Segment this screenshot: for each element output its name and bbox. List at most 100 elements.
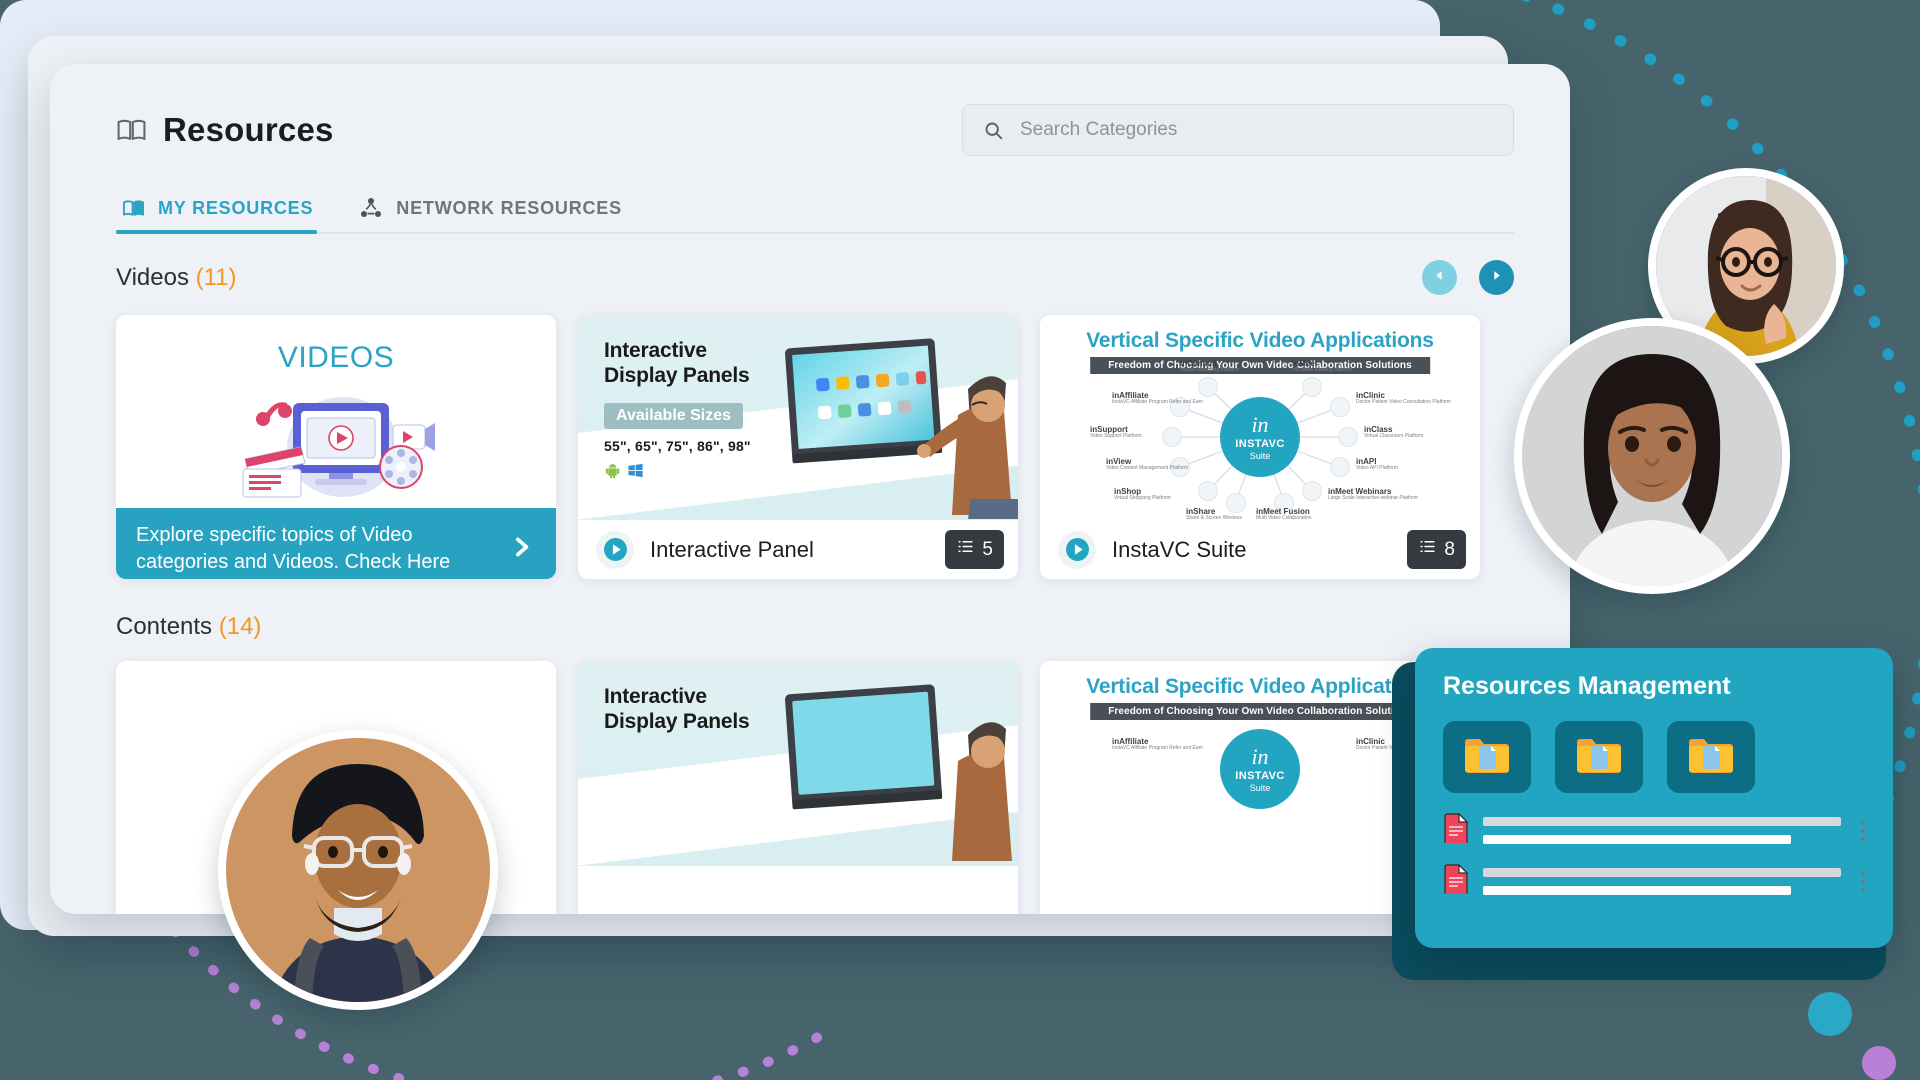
search-box[interactable]: [962, 104, 1514, 156]
diagram-hub: in INSTAVC Suite: [1220, 397, 1300, 477]
hub-mark: in: [1251, 411, 1269, 437]
resources-management-rows: [1443, 812, 1865, 899]
diagram-node-inmeet-webinars: inMeet Webinars Large Scale Interactive …: [1328, 487, 1418, 502]
diagram-subheading: Freedom of Choosing Your Own Video Colla…: [1090, 703, 1430, 720]
search-icon: [983, 120, 1004, 141]
diagram-node-inshop: inShop Virtual Shopping Platform: [1114, 487, 1171, 502]
resources-tab-bar: MY RESOURCES NETWORK RESOURCES: [116, 186, 1514, 234]
hub-name: INSTAVC: [1235, 769, 1285, 782]
screenshot-stage: Resources MY RESOUR: [0, 0, 1920, 1080]
book-open-icon: [122, 197, 145, 220]
section-count: (11): [195, 263, 237, 291]
folder-tile[interactable]: [1555, 721, 1643, 793]
thumb-heading-line2: Display Panels: [604, 709, 750, 733]
video-count-value: 8: [1444, 538, 1455, 560]
resources-management-folders: [1443, 721, 1865, 793]
section-count: (14): [218, 613, 262, 640]
thumb-heading-line2: Display Panels: [604, 363, 750, 387]
folder-document-icon: [1462, 734, 1512, 781]
video-card-footer: InstaVC Suite 8: [1040, 520, 1480, 579]
node-chip: [1330, 397, 1350, 417]
thumb-os-icons: [604, 462, 751, 484]
play-circle-icon[interactable]: [596, 530, 634, 569]
diagram-node-inaffiliate: inAffiliate InstaVC Affiliate Program Re…: [1112, 391, 1203, 406]
woman-dark-hair-avatar: [1514, 318, 1790, 594]
windows-icon: [627, 462, 644, 484]
more-vertical-icon[interactable]: [1855, 871, 1865, 892]
node-sublabel: Video Content Management Platform: [1106, 465, 1189, 472]
diagram-node-inview: inView Video Content Management Platform: [1106, 457, 1188, 472]
node-chip: [1330, 457, 1350, 477]
node-chip: [1338, 427, 1358, 447]
android-icon: [604, 462, 621, 484]
video-card-instavc-suite[interactable]: Vertical Specific Video Applications Fre…: [1040, 315, 1480, 579]
list-item[interactable]: [1443, 863, 1865, 899]
node-chip: [1302, 481, 1322, 501]
hub-name: INSTAVC: [1235, 437, 1285, 450]
node-sublabel: Virtual Classroom Platform: [1364, 433, 1424, 440]
video-media-illustration: [231, 385, 441, 508]
accent-dot-teal: [1808, 992, 1852, 1036]
carousel-next-button[interactable]: [1479, 260, 1514, 295]
node-sublabel: Virtual Shopping Platform: [1114, 495, 1171, 502]
videos-section-header: Videos (11): [116, 260, 1514, 295]
section-title-text: Videos: [116, 263, 189, 291]
diagram-node-inaffiliate: inAffiliate InstaVC Affiliate Program Re…: [1112, 737, 1203, 752]
resources-management-title: Resources Management: [1443, 672, 1731, 700]
node-chip: [1198, 481, 1218, 501]
diagram-node-inmeet-fusion: inMeet Fusion Multi Video Collaboration: [1256, 507, 1312, 520]
tab-network-resources[interactable]: NETWORK RESOURCES: [353, 186, 644, 234]
node-sublabel: HD Video Meeting Platform: [1292, 367, 1353, 374]
tab-label: MY RESOURCES: [158, 198, 314, 218]
carousel-prev-button[interactable]: [1422, 260, 1457, 295]
node-sublabel: Doctor Patient Video Consultation Platfo…: [1356, 399, 1451, 406]
interactive-panel-photo: [785, 684, 1012, 861]
placeholder-bar: [1483, 886, 1791, 895]
diagram-node-inclinic: inClinic Doctor Patient Video Consultati…: [1356, 391, 1451, 406]
more-vertical-icon[interactable]: [1855, 820, 1865, 841]
node-sublabel: Video API Platform: [1356, 465, 1398, 472]
diagram-node-inclass: inClass Virtual Classroom Platform: [1364, 425, 1423, 440]
tab-my-resources[interactable]: MY RESOURCES: [116, 187, 335, 234]
node-sublabel: Share & Screen Wireless: [1186, 515, 1242, 520]
placeholder-bars: [1483, 817, 1841, 844]
video-count-value: 5: [982, 538, 993, 560]
node-chip: [1302, 377, 1322, 397]
chevron-right-icon: [508, 534, 534, 565]
diagram-node-inconsult: inConsult Virtual Consulting Platform: [1180, 359, 1239, 374]
folder-tile[interactable]: [1443, 721, 1531, 793]
node-sublabel: Video Support Platform: [1090, 433, 1142, 440]
folder-tile[interactable]: [1667, 721, 1755, 793]
resources-management-panel: Resources Management: [1415, 648, 1893, 948]
document-red-icon: [1443, 863, 1469, 899]
search-input[interactable]: [1020, 119, 1493, 141]
thumb-text-group: Interactive Display Panels Available Siz…: [604, 339, 751, 484]
videos-section-title: Videos (11): [116, 264, 237, 292]
videos-promo-cta[interactable]: Explore specific topics of Video categor…: [116, 508, 556, 579]
document-red-icon: [1443, 812, 1469, 848]
section-title-text: Contents: [116, 613, 213, 640]
playlist-icon: [1418, 537, 1437, 562]
thumb-heading-line1: Interactive: [604, 339, 707, 362]
video-card-title: Interactive Panel: [650, 536, 814, 562]
tab-label: NETWORK RESOURCES: [396, 197, 622, 218]
hub-sub: Suite: [1249, 450, 1271, 461]
videos-promo-heading: VIDEOS: [277, 341, 395, 374]
interactive-panel-photo: [785, 338, 1018, 519]
videos-promo-card[interactable]: VIDEOS Explore specific topics of Video …: [116, 315, 556, 579]
man-with-glasses-avatar: [218, 730, 498, 1010]
thumb-text-group: Interactive Display Panels: [604, 685, 750, 735]
play-circle-icon[interactable]: [1058, 530, 1096, 569]
playlist-icon: [956, 537, 975, 562]
network-share-icon: [359, 196, 383, 220]
video-card-interactive-panel[interactable]: Interactive Display Panels Available Siz…: [578, 315, 1018, 579]
hub-sub: Suite: [1249, 782, 1271, 793]
content-card-interactive-panel[interactable]: Interactive Display Panels: [578, 661, 1018, 914]
videos-carousel-nav: [1422, 260, 1514, 295]
interactive-display-panel-thumb: Interactive Display Panels: [578, 661, 1018, 866]
node-chip: [1162, 427, 1182, 447]
chevron-left-icon: [1433, 269, 1446, 287]
diagram-node-inmeet: inMeet HD Video Meeting Platform: [1292, 359, 1353, 374]
list-item[interactable]: [1443, 812, 1865, 848]
placeholder-bar: [1483, 835, 1791, 844]
